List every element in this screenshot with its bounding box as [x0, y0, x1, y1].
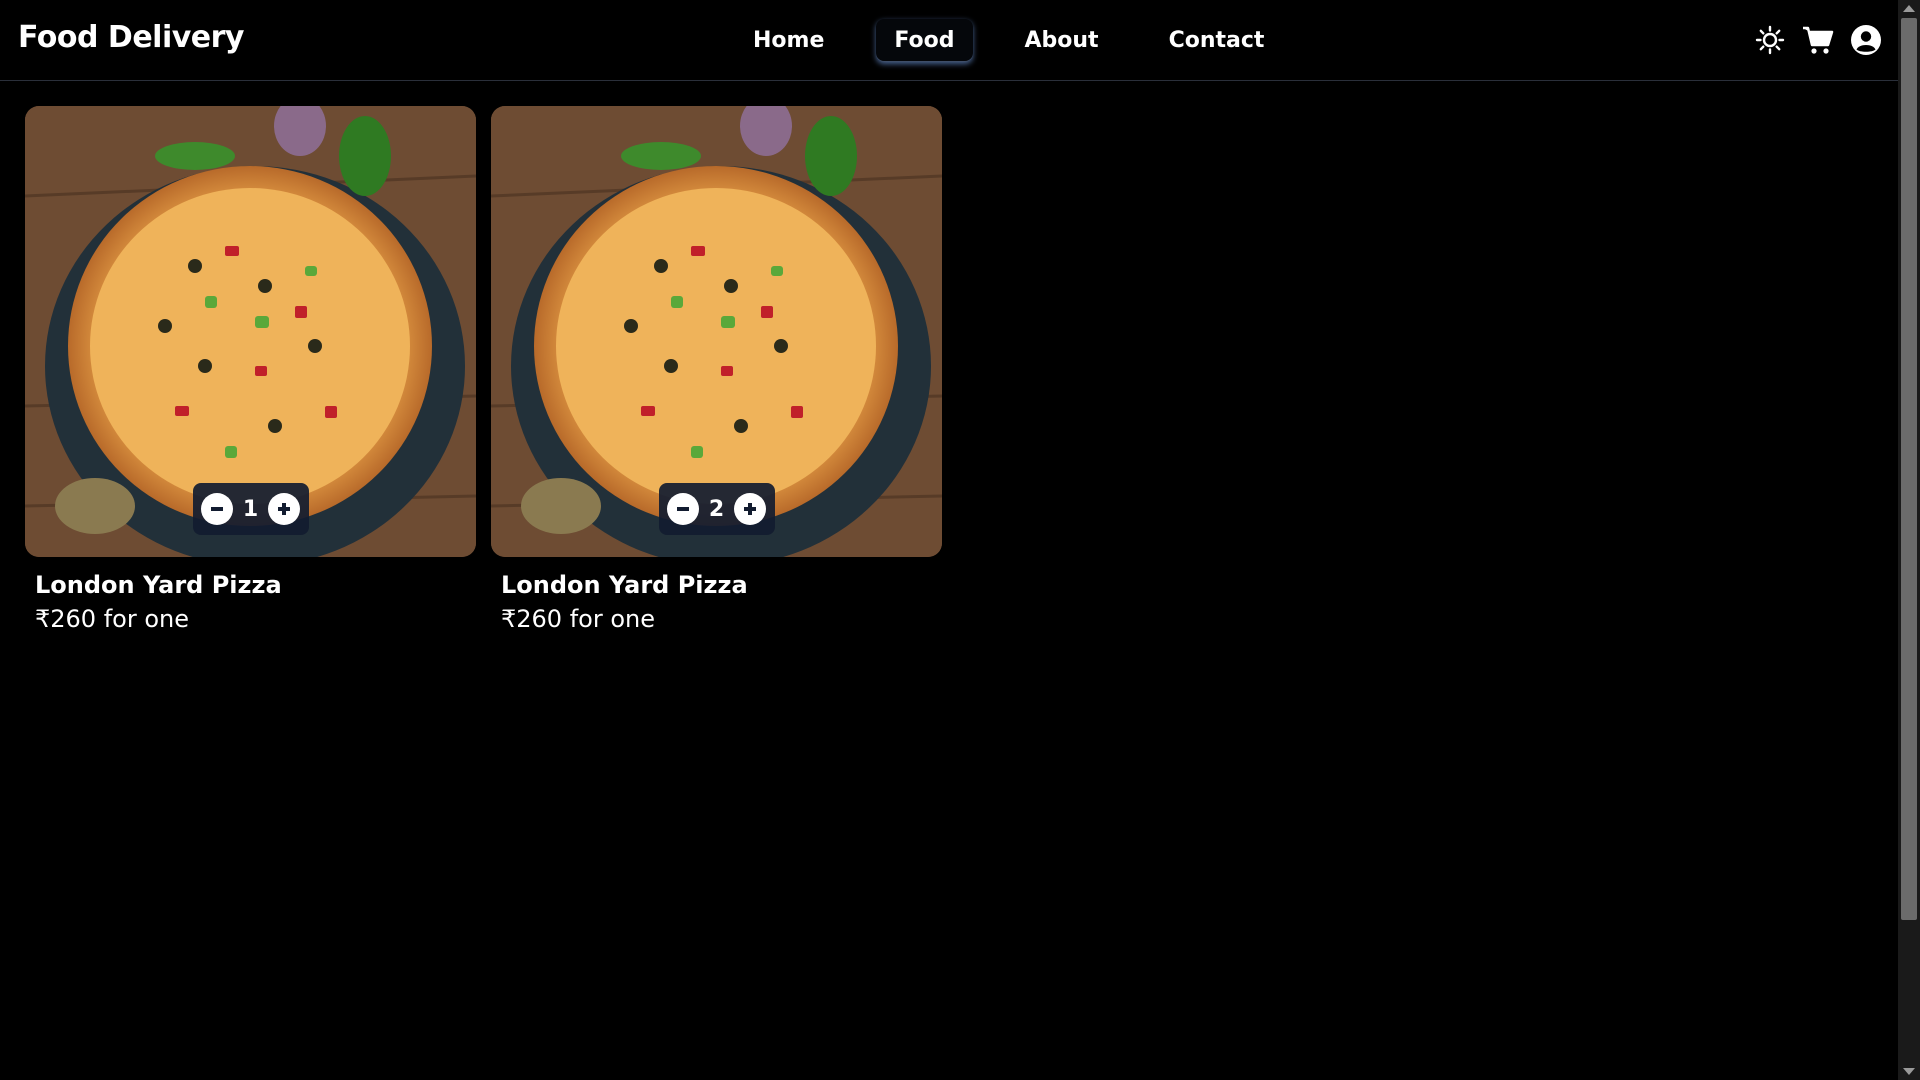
food-price: ₹260 for one: [35, 605, 189, 633]
plus-icon[interactable]: [734, 493, 767, 525]
sun-icon[interactable]: [1754, 24, 1786, 56]
user-circle-icon[interactable]: [1850, 24, 1882, 56]
scroll-thumb[interactable]: [1901, 18, 1917, 920]
nav-links: Home Food About Contact: [735, 19, 1316, 62]
quantity-stepper: 2: [658, 483, 775, 535]
vertical-scrollbar[interactable]: [1898, 0, 1920, 1080]
scroll-up-icon[interactable]: [1903, 5, 1915, 12]
plus-icon[interactable]: [268, 493, 301, 525]
nav-link-contact[interactable]: Contact: [1151, 19, 1283, 62]
minus-icon[interactable]: [200, 493, 233, 525]
cart-icon[interactable]: [1802, 24, 1834, 56]
food-card: 2 London Yard Pizza ₹260 for one: [491, 106, 942, 633]
nav-link-food[interactable]: Food: [876, 19, 973, 62]
pizza-image[interactable]: 2: [491, 106, 942, 557]
food-grid: 1 London Yard Pizza ₹260 for one 2 Londo…: [25, 106, 942, 633]
brand-logo[interactable]: Food Delivery: [18, 20, 245, 55]
food-title: London Yard Pizza: [501, 571, 748, 599]
quantity-stepper: 1: [192, 483, 309, 535]
scroll-down-icon[interactable]: [1903, 1068, 1915, 1075]
quantity-value: 2: [708, 496, 725, 522]
nav-link-about[interactable]: About: [1007, 19, 1117, 62]
navbar: Food Delivery Home Food About Contact: [0, 0, 1898, 81]
pizza-image[interactable]: 1: [25, 106, 476, 557]
quantity-value: 1: [242, 496, 259, 522]
food-card: 1 London Yard Pizza ₹260 for one: [25, 106, 476, 633]
food-title: London Yard Pizza: [35, 571, 282, 599]
nav-link-home[interactable]: Home: [735, 19, 842, 62]
minus-icon[interactable]: [666, 493, 699, 525]
nav-icons: [1754, 24, 1882, 56]
food-price: ₹260 for one: [501, 605, 655, 633]
